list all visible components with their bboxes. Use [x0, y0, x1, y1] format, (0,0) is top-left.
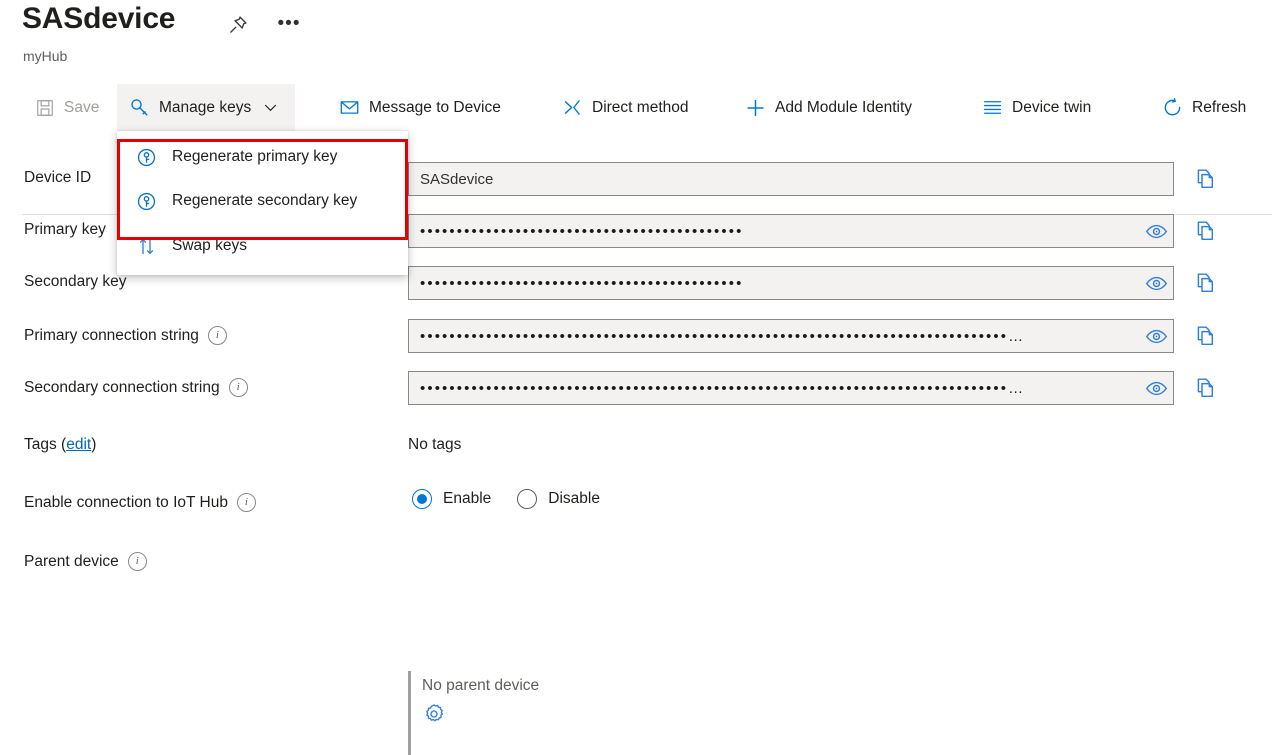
gear-icon[interactable]	[422, 702, 446, 726]
manage-keys-label: Manage keys	[159, 99, 251, 117]
radio-enable[interactable]: Enable	[412, 489, 491, 509]
copy-primary-connection-string-icon[interactable]	[1193, 323, 1219, 349]
page-header: SASdevice ••• myHub	[0, 0, 1282, 78]
save-icon	[34, 97, 55, 118]
refresh-button[interactable]: Refresh	[1150, 84, 1258, 131]
manage-keys-button[interactable]: Manage keys	[117, 84, 295, 131]
secondary-key-value: ••••••••••••••••••••••••••••••••••••••••…	[409, 276, 1139, 291]
add-module-identity-label: Add Module Identity	[775, 99, 912, 117]
primary-connection-string-label: Primary connection string i	[24, 326, 227, 345]
device-id-label: Device ID	[24, 169, 91, 187]
more-options-icon[interactable]: •••	[277, 13, 301, 35]
manage-keys-dropdown-menu: Regenerate primary key Regenerate second…	[117, 131, 408, 275]
secondary-connection-string-label-text: Secondary connection string	[24, 379, 220, 397]
primary-connection-string-value: ••••••••••••••••••••••••••••••••••••••••…	[409, 329, 1139, 344]
list-icon	[982, 97, 1003, 118]
show-secondary-connection-string-eye-icon[interactable]	[1139, 372, 1173, 404]
primary-key-label: Primary key	[24, 221, 106, 239]
radio-disable[interactable]: Disable	[517, 489, 600, 509]
secondary-connection-string-value: ••••••••••••••••••••••••••••••••••••••••…	[409, 381, 1139, 396]
tags-label-prefix: Tags (	[24, 436, 66, 454]
page-subtitle: myHub	[23, 48, 67, 64]
radio-enable-dot	[412, 489, 432, 509]
tags-edit-link[interactable]: edit	[66, 436, 91, 454]
direct-method-button[interactable]: Direct method	[550, 84, 700, 131]
info-icon[interactable]: i	[128, 552, 147, 571]
show-primary-connection-string-eye-icon[interactable]	[1139, 320, 1173, 352]
plus-icon	[745, 97, 766, 118]
radio-disable-dot	[517, 489, 537, 509]
command-toolbar: Save Manage keys Message to Device	[0, 84, 1282, 131]
menu-item-swap-keys[interactable]: Swap keys	[117, 223, 408, 269]
info-icon[interactable]: i	[237, 493, 256, 512]
refresh-label: Refresh	[1192, 99, 1246, 117]
info-icon[interactable]: i	[208, 326, 227, 345]
secondary-key-field[interactable]: ••••••••••••••••••••••••••••••••••••••••…	[408, 266, 1174, 300]
menu-item-label: Swap keys	[172, 237, 247, 255]
enable-connection-radio-group: Enable Disable	[412, 489, 600, 509]
secondary-connection-string-field[interactable]: ••••••••••••••••••••••••••••••••••••••••…	[408, 371, 1174, 405]
parent-device-empty-text: No parent device	[422, 671, 668, 695]
envelope-icon	[339, 97, 360, 118]
tags-label-suffix: )	[91, 436, 96, 454]
page-title: SASdevice	[22, 2, 175, 36]
swap-arrows-icon	[136, 236, 157, 257]
direct-method-icon	[562, 97, 583, 118]
show-secondary-key-eye-icon[interactable]	[1139, 267, 1173, 299]
refresh-icon	[1162, 97, 1183, 118]
parent-device-label: Parent device i	[24, 552, 147, 571]
message-to-device-button[interactable]: Message to Device	[327, 84, 513, 131]
primary-key-value: ••••••••••••••••••••••••••••••••••••••••…	[409, 224, 1139, 239]
menu-item-label: Regenerate secondary key	[172, 192, 357, 210]
menu-item-regenerate-primary-key[interactable]: Regenerate primary key	[117, 135, 408, 179]
pin-icon[interactable]	[227, 14, 249, 36]
key-circle-icon	[136, 191, 157, 212]
chevron-down-icon	[262, 99, 279, 116]
tags-label: Tags ( edit )	[24, 436, 96, 454]
device-twin-label: Device twin	[1012, 99, 1091, 117]
device-id-field[interactable]: SASdevice	[408, 162, 1174, 196]
parent-device-block: No parent device	[408, 671, 668, 755]
tags-value: No tags	[408, 436, 461, 454]
primary-key-field[interactable]: ••••••••••••••••••••••••••••••••••••••••…	[408, 214, 1174, 248]
device-id-value: SASdevice	[409, 172, 1173, 187]
primary-connection-string-field[interactable]: ••••••••••••••••••••••••••••••••••••••••…	[408, 319, 1174, 353]
secondary-key-label: Secondary key	[24, 273, 127, 291]
enable-connection-label-text: Enable connection to IoT Hub	[24, 494, 228, 512]
save-button[interactable]: Save	[22, 84, 111, 131]
show-primary-key-eye-icon[interactable]	[1139, 215, 1173, 247]
save-label: Save	[64, 99, 99, 117]
parent-device-label-text: Parent device	[24, 553, 119, 571]
copy-device-id-icon[interactable]	[1193, 166, 1219, 192]
direct-method-label: Direct method	[592, 99, 688, 117]
key-circle-icon	[136, 147, 157, 168]
radio-enable-label: Enable	[443, 490, 491, 508]
primary-connection-string-label-text: Primary connection string	[24, 327, 199, 345]
copy-secondary-key-icon[interactable]	[1193, 270, 1219, 296]
enable-connection-label: Enable connection to IoT Hub i	[24, 493, 256, 512]
secondary-connection-string-label: Secondary connection string i	[24, 378, 248, 397]
menu-item-label: Regenerate primary key	[172, 148, 337, 166]
key-icon	[129, 97, 150, 118]
add-module-identity-button[interactable]: Add Module Identity	[733, 84, 924, 131]
menu-item-regenerate-secondary-key[interactable]: Regenerate secondary key	[117, 179, 408, 223]
copy-secondary-connection-string-icon[interactable]	[1193, 375, 1219, 401]
message-to-device-label: Message to Device	[369, 99, 501, 117]
copy-primary-key-icon[interactable]	[1193, 218, 1219, 244]
radio-disable-label: Disable	[548, 490, 600, 508]
info-icon[interactable]: i	[229, 378, 248, 397]
device-twin-button[interactable]: Device twin	[970, 84, 1103, 131]
